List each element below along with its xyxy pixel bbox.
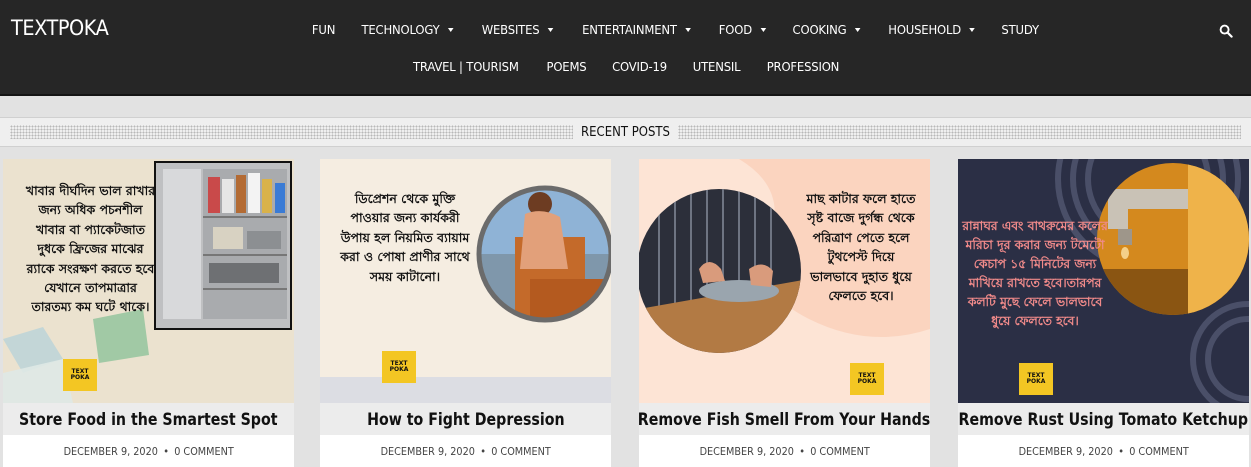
chevron-down-icon xyxy=(685,27,691,32)
nav-item-technology[interactable]: TECHNOLOGY xyxy=(351,22,463,37)
post-title-bar: Remove Rust Using Tomato Ketchup xyxy=(958,403,1249,435)
nav-item-profession[interactable]: PROFESSION xyxy=(756,59,849,74)
post-title[interactable]: Store Food in the Smartest Spot xyxy=(19,410,277,429)
nav-item-websites[interactable]: WEBSITES xyxy=(471,22,563,37)
post-card[interactable]: খাবার দীর্ঘদিন ভাল রাখার জন্য অধিক পচনশী… xyxy=(3,159,294,467)
main-nav-row-2: TRAVEL | TOURISM POEMS COVID-19 UTENSIL … xyxy=(0,59,1251,74)
post-thumbnail[interactable]: রান্নাঘর এবং বাথরুমের কলের মরিচা দূর করা… xyxy=(958,159,1249,403)
meta-separator: • xyxy=(162,444,169,458)
chevron-down-icon xyxy=(547,27,554,32)
chevron-down-icon xyxy=(447,27,454,32)
recent-posts-heading-bar: RECENT POSTS xyxy=(0,117,1251,147)
nav-item-utensil[interactable]: UTENSIL xyxy=(682,59,750,74)
post-title[interactable]: How to Fight Depression xyxy=(367,410,564,429)
post-image-text: ডিপ্রেশন থেকে মুক্তি পাওয়ার জন্য কার্যক… xyxy=(340,191,470,284)
post-title-bar: Remove Fish Smell From Your Hands xyxy=(638,403,931,435)
dotted-divider xyxy=(10,125,573,139)
chevron-down-icon xyxy=(968,27,975,32)
post-comments[interactable]: 0 COMMENT xyxy=(1129,445,1189,458)
meta-separator: • xyxy=(479,444,486,458)
nav-item-travel-tourism[interactable]: TRAVEL | TOURISM xyxy=(403,59,529,74)
post-thumbnail[interactable]: খাবার দীর্ঘদিন ভাল রাখার জন্য অধিক পচনশী… xyxy=(3,159,294,403)
textpoka-badge: TEXT POKA xyxy=(850,363,884,395)
nav-item-covid-19[interactable]: COVID-19 xyxy=(602,59,677,74)
post-meta: DECEMBER 9, 2020 • 0 COMMENT xyxy=(3,435,294,467)
nav-item-cooking[interactable]: COOKING xyxy=(782,22,870,37)
chevron-down-icon xyxy=(854,27,860,32)
post-date[interactable]: DECEMBER 9, 2020 xyxy=(699,445,793,458)
post-title-bar: Store Food in the Smartest Spot xyxy=(3,403,294,435)
textpoka-badge: TEXT POKA xyxy=(382,351,416,383)
textpoka-badge: TEXT POKA xyxy=(1019,363,1053,395)
post-card[interactable]: ডিপ্রেশন থেকে মুক্তি পাওয়ার জন্য কার্যক… xyxy=(320,159,611,467)
post-comments[interactable]: 0 COMMENT xyxy=(810,445,870,458)
post-image-text: মাছ কাটার ফলে হাতে সৃষ্ট বাজে দুর্গন্ধ থ… xyxy=(806,191,916,303)
search-icon[interactable] xyxy=(1219,24,1233,38)
post-date[interactable]: DECEMBER 9, 2020 xyxy=(1018,445,1112,458)
dotted-divider xyxy=(678,125,1241,139)
post-date[interactable]: DECEMBER 9, 2020 xyxy=(380,445,474,458)
nav-item-entertainment[interactable]: ENTERTAINMENT xyxy=(572,22,701,37)
post-meta: DECEMBER 9, 2020 • 0 COMMENT xyxy=(958,435,1249,467)
meta-separator: • xyxy=(1117,444,1124,458)
post-thumbnail[interactable]: ডিপ্রেশন থেকে মুক্তি পাওয়ার জন্য কার্যক… xyxy=(320,159,611,403)
site-header: TEXTPOKA FUN TECHNOLOGY WEBSITES ENTERTA… xyxy=(0,0,1251,96)
chevron-down-icon xyxy=(760,27,766,32)
post-card[interactable]: রান্নাঘর এবং বাথরুমের কলের মরিচা দূর করা… xyxy=(958,159,1249,467)
nav-item-study[interactable]: STUDY xyxy=(991,22,1049,37)
nav-item-fun[interactable]: FUN xyxy=(302,22,346,37)
nav-item-food[interactable]: FOOD xyxy=(708,22,776,37)
post-thumbnail[interactable]: মাছ কাটার ফলে হাতে সৃষ্ট বাজে দুর্গন্ধ থ… xyxy=(639,159,930,403)
textpoka-badge: TEXT POKA xyxy=(63,359,97,391)
post-image-text: রান্নাঘর এবং বাথরুমের কলের মরিচা দূর করা… xyxy=(962,219,1108,329)
section-title: RECENT POSTS xyxy=(581,125,670,140)
meta-separator: • xyxy=(798,444,805,458)
main-nav-row-1: FUN TECHNOLOGY WEBSITES ENTERTAINMENT FO… xyxy=(0,22,1251,37)
nav-item-household[interactable]: HOUSEHOLD xyxy=(878,22,985,37)
nav-item-poems[interactable]: POEMS xyxy=(536,59,596,74)
post-card[interactable]: মাছ কাটার ফলে হাতে সৃষ্ট বাজে দুর্গন্ধ থ… xyxy=(638,159,931,467)
post-date[interactable]: DECEMBER 9, 2020 xyxy=(63,445,157,458)
post-comments[interactable]: 0 COMMENT xyxy=(174,445,234,458)
post-title-bar: How to Fight Depression xyxy=(320,403,611,435)
post-image-text: খাবার দীর্ঘদিন ভাল রাখার জন্য অধিক পচনশী… xyxy=(25,183,156,315)
post-comments[interactable]: 0 COMMENT xyxy=(491,445,551,458)
post-title[interactable]: Remove Rust Using Tomato Ketchup xyxy=(959,410,1248,429)
post-title[interactable]: Remove Fish Smell From Your Hands xyxy=(638,410,930,429)
post-meta: DECEMBER 9, 2020 • 0 COMMENT xyxy=(639,435,930,467)
post-meta: DECEMBER 9, 2020 • 0 COMMENT xyxy=(320,435,611,467)
